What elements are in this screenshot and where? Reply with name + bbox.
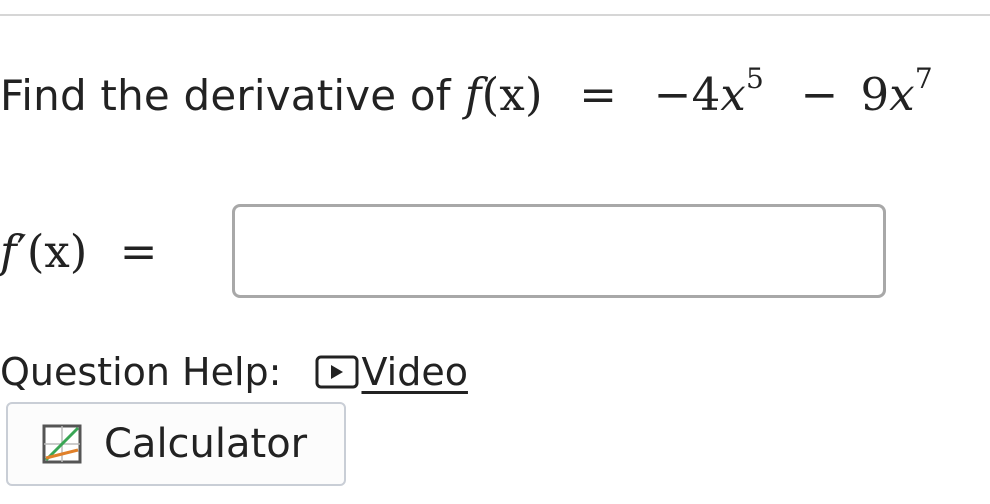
term1-sign: − (653, 68, 692, 121)
calculator-button[interactable]: Calculator (6, 402, 346, 486)
answer-label-name: f (0, 224, 17, 278)
question-prompt: Find the derivative of (0, 71, 451, 120)
question-help-label: Question Help: (0, 350, 282, 394)
calculator-label: Calculator (104, 421, 308, 467)
equals-sign: = (579, 68, 618, 121)
term2-var: x (889, 68, 915, 121)
term1-exp: 5 (746, 62, 765, 95)
function-name: f (464, 68, 482, 121)
function-expression: f(x) = −4x5 −9x7 (464, 62, 933, 121)
question-text: Find the derivative of f(x) = −4x5 −9x7 (0, 62, 933, 138)
play-icon (315, 355, 359, 389)
answer-row: f′(x) = (0, 204, 886, 298)
video-link-label: Video (361, 350, 468, 394)
calculator-icon (42, 424, 82, 464)
answer-equals: = (119, 224, 158, 278)
term1-coef: 4 (691, 68, 721, 121)
function-arg: (x) (481, 68, 543, 121)
top-divider (0, 14, 990, 16)
term2-exp: 7 (914, 62, 933, 95)
answer-label: f′(x) = (0, 225, 232, 278)
term2-sign: − (800, 68, 839, 121)
term2-coef: 9 (860, 68, 890, 121)
question-help: Question Help: Video (0, 346, 468, 398)
answer-label-prime: ′ (16, 224, 27, 278)
answer-label-arg: (x) (26, 224, 88, 278)
answer-input[interactable] (232, 204, 886, 298)
term1-var: x (720, 68, 747, 121)
video-link[interactable]: Video (315, 350, 468, 394)
